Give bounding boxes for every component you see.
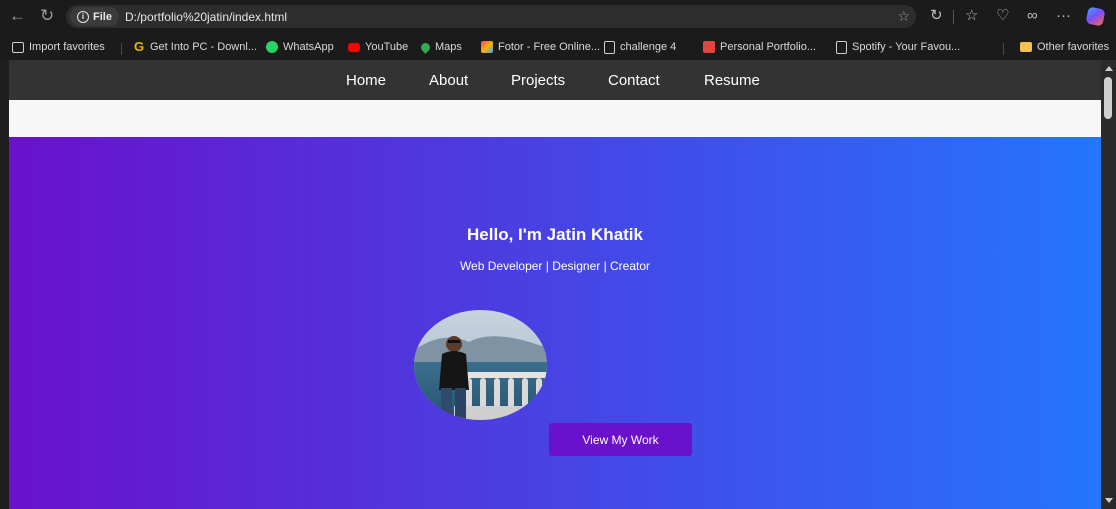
- bookmark-maps[interactable]: Maps: [419, 39, 462, 55]
- url-text[interactable]: D:/portfolio%20jatin/index.html: [125, 10, 287, 24]
- bookmarks-bar: Import favorites G Get Into PC - Downl..…: [0, 33, 1116, 60]
- bookmark-label: WhatsApp: [283, 41, 334, 53]
- refresh-extension-icon[interactable]: ↻: [930, 8, 943, 23]
- g-icon: G: [133, 39, 145, 54]
- hero-subtitle: Web Developer | Designer | Creator: [459, 259, 651, 273]
- bookmark-label: challenge 4: [620, 41, 677, 53]
- profile-photo: [414, 310, 547, 420]
- profile-photo-image: [414, 310, 547, 420]
- bookmark-label: Fotor - Free Online...: [498, 41, 601, 53]
- import-icon: [12, 41, 24, 53]
- bookmark-other-favorites[interactable]: Other favorites: [1020, 39, 1109, 55]
- nav-home-link[interactable]: Home: [346, 72, 386, 89]
- page-icon: [836, 40, 847, 54]
- site-navbar: Home About Projects Contact Resume: [9, 60, 1101, 100]
- view-my-work-button[interactable]: View My Work: [549, 423, 692, 456]
- bookmark-challenge-4[interactable]: challenge 4: [604, 39, 676, 55]
- bookmark-personal-portfolio[interactable]: Personal Portfolio...: [703, 39, 816, 55]
- maps-icon: [419, 40, 432, 54]
- bookmark-import-favorites[interactable]: Import favorites: [12, 39, 105, 55]
- bookmark-label: YouTube: [365, 41, 409, 53]
- site-info-button[interactable]: i File: [70, 7, 119, 26]
- bookmark-spotify[interactable]: Spotify - Your Favou...: [836, 39, 960, 55]
- browser-toolbar: ← ↻ i File D:/portfolio%20jatin/index.ht…: [0, 0, 1116, 33]
- back-icon[interactable]: ←: [9, 7, 26, 24]
- youtube-icon: [348, 42, 360, 52]
- bookmark-divider: [121, 43, 122, 55]
- bookmark-get-into-pc[interactable]: G Get Into PC - Downl...: [133, 39, 257, 55]
- bookmark-fotor[interactable]: Fotor - Free Online...: [481, 39, 600, 55]
- nav-contact-link[interactable]: Contact: [608, 72, 660, 89]
- fotor-icon: [481, 41, 493, 53]
- page-icon: [604, 40, 615, 54]
- page-viewport: Home About Projects Contact Resume Hello…: [9, 60, 1101, 509]
- more-icon[interactable]: ···: [1056, 8, 1071, 23]
- bookmark-label: Other favorites: [1037, 41, 1110, 53]
- nav-resume-link[interactable]: Resume: [704, 72, 760, 89]
- info-icon: i: [77, 10, 89, 23]
- refresh-icon[interactable]: ↻: [40, 7, 54, 24]
- whatsapp-icon: [266, 41, 278, 53]
- bookmark-label: Spotify - Your Favou...: [852, 41, 961, 53]
- nav-about-link[interactable]: About: [429, 72, 468, 89]
- hero-section: Hello, I'm Jatin Khatik Web Developer | …: [9, 137, 1101, 509]
- address-bar[interactable]: i File D:/portfolio%20jatin/index.html ☆: [66, 5, 916, 28]
- site-info-label: File: [93, 10, 112, 23]
- toolbar-divider: [953, 10, 954, 24]
- portfolio-icon: [703, 41, 715, 53]
- favorites-icon[interactable]: ☆: [965, 8, 978, 23]
- bookmark-whatsapp[interactable]: WhatsApp: [266, 39, 334, 55]
- scroll-thumb[interactable]: [1104, 77, 1112, 119]
- share-icon[interactable]: ∞: [1027, 8, 1038, 23]
- scroll-up-arrow-icon[interactable]: [1105, 66, 1113, 71]
- folder-icon: [1020, 42, 1032, 52]
- favorite-star-icon[interactable]: ☆: [897, 8, 910, 25]
- browser-essentials-icon[interactable]: ♡: [996, 8, 1009, 23]
- nav-projects-link[interactable]: Projects: [511, 72, 565, 89]
- bookmark-youtube[interactable]: YouTube: [348, 39, 408, 55]
- copilot-icon[interactable]: [1085, 6, 1106, 27]
- bookmark-label: Import favorites: [29, 41, 105, 53]
- bookmark-label: Maps: [435, 41, 462, 53]
- scroll-down-arrow-icon[interactable]: [1105, 498, 1113, 503]
- page-scrollbar[interactable]: [1101, 60, 1116, 509]
- bookmark-label: Get Into PC - Downl...: [150, 41, 257, 53]
- bookmark-label: Personal Portfolio...: [720, 41, 816, 53]
- bookmark-divider: [1003, 43, 1004, 55]
- hero-title: Hello, I'm Jatin Khatik: [467, 225, 643, 244]
